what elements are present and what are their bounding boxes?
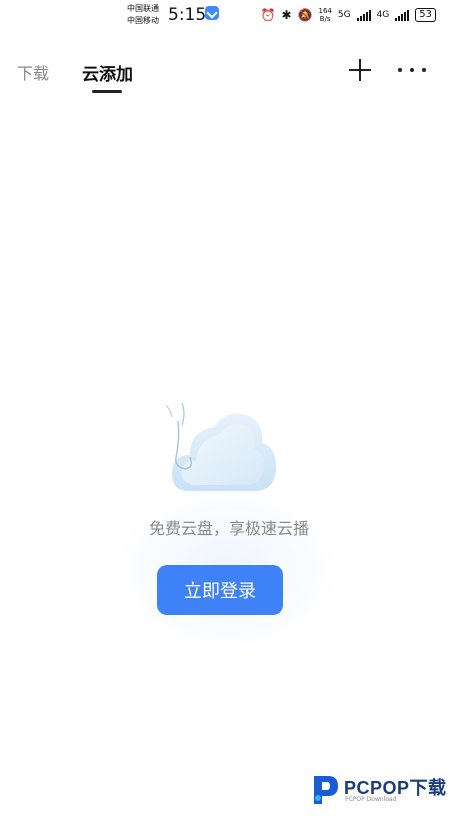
plus-icon[interactable] bbox=[348, 58, 372, 82]
tab-cloud-add[interactable]: 云添加 bbox=[82, 60, 133, 85]
more-icon[interactable] bbox=[398, 68, 426, 74]
network-speed-value: 164 bbox=[318, 7, 332, 15]
network-speed: 164 B/s bbox=[318, 7, 331, 23]
status-icons: ⏰ ✱ 🔕 164 B/s 5G 4G 53 bbox=[261, 5, 436, 25]
carrier-2: 中国移动 bbox=[127, 16, 159, 25]
alarm-icon: ⏰ bbox=[260, 8, 276, 22]
active-tab-indicator bbox=[92, 90, 122, 93]
notification-app-icon bbox=[205, 6, 219, 20]
tab-download[interactable]: 下载 bbox=[17, 60, 49, 84]
pcpop-logo-icon bbox=[314, 776, 338, 804]
status-bar: 中国联通 中国移动 5:15 ⏰ ✱ 🔕 164 B/s 5G 4G 53 bbox=[0, 0, 458, 32]
battery-level: 53 bbox=[415, 8, 436, 22]
bluetooth-icon: ✱ bbox=[281, 8, 292, 22]
network-type-2: 4G bbox=[376, 10, 390, 20]
watermark-logo: PCPOP下载 PCPOP Download bbox=[310, 770, 455, 810]
network-type-1: 5G bbox=[337, 10, 351, 20]
empty-state: 免费云盘，享极速云播 立即登录 bbox=[0, 395, 458, 655]
carrier-info: 中国联通 中国移动 bbox=[127, 3, 159, 27]
watermark-subtitle: PCPOP Download bbox=[345, 796, 397, 803]
mute-bell-icon: 🔕 bbox=[297, 8, 313, 22]
login-button[interactable]: 立即登录 bbox=[157, 565, 283, 615]
cloud-icon bbox=[165, 402, 276, 491]
signal-strength-icon-2 bbox=[395, 9, 410, 21]
top-tab-bar: 下载 云添加 bbox=[0, 48, 458, 96]
network-speed-unit: B/s bbox=[319, 15, 331, 23]
carrier-1: 中国联通 bbox=[127, 4, 159, 13]
signal-strength-icon-1 bbox=[356, 9, 371, 21]
status-time: 5:15 bbox=[168, 5, 207, 25]
empty-state-message: 免费云盘，享极速云播 bbox=[148, 519, 309, 538]
